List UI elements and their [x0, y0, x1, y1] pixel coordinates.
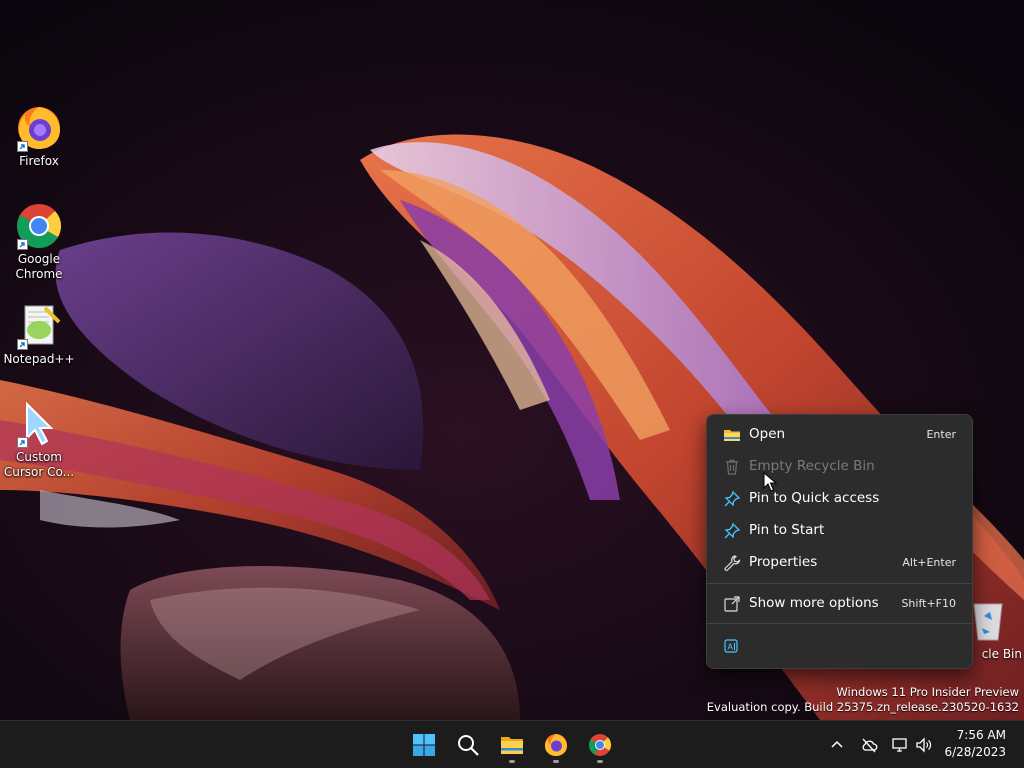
- menu-item-empty-recycle-bin[interactable]: Empty Recycle Bin: [711, 452, 968, 482]
- recycle-bin-icon: [973, 603, 1003, 641]
- desktop-icon-label: Firefox: [19, 154, 59, 168]
- search-button[interactable]: [448, 725, 488, 765]
- chrome-icon: [589, 734, 611, 756]
- taskbar: 7:56 AM 6/28/2023: [0, 720, 1024, 768]
- desktop-icon-label: Custom Cursor Co...: [3, 450, 75, 479]
- share-icon: [723, 595, 741, 613]
- menu-item-open[interactable]: Open Enter: [711, 420, 968, 450]
- mouse-cursor-icon: [763, 472, 777, 492]
- desktop-icon-notepadpp[interactable]: Notepad++: [1, 302, 77, 367]
- file-explorer-button[interactable]: [492, 725, 532, 765]
- start-button[interactable]: [404, 725, 444, 765]
- watermark-line-1: Windows 11 Pro Insider Preview: [836, 685, 1019, 699]
- search-icon: [458, 735, 479, 756]
- menu-separator: [707, 583, 972, 584]
- pin-icon: [723, 490, 741, 508]
- chrome-taskbar-button[interactable]: [580, 725, 620, 765]
- menu-item-ai-rename[interactable]: A: [711, 631, 745, 661]
- evaluation-watermark: Windows 11 Pro Insider Preview Evaluatio…: [707, 685, 1019, 715]
- context-menu: Open Enter Empty Recycle Bin Pin to Quic…: [706, 414, 973, 669]
- start-icon: [413, 734, 435, 756]
- menu-item-pin-start[interactable]: Pin to Start: [711, 516, 968, 546]
- menu-item-shortcut: Shift+F10: [901, 597, 956, 610]
- svg-text:A: A: [728, 643, 734, 652]
- volume-icon[interactable]: [915, 736, 933, 754]
- desktop-icon-chrome[interactable]: Google Chrome: [1, 202, 77, 282]
- menu-item-label: Pin to Quick access: [749, 490, 880, 506]
- ai-rename-icon: A: [723, 637, 741, 655]
- trash-icon: [723, 458, 741, 476]
- desktop-icon-label: Notepad++: [3, 352, 75, 366]
- clock-time: 7:56 AM: [956, 728, 1006, 742]
- system-clock[interactable]: 7:56 AM 6/28/2023: [944, 727, 1006, 761]
- menu-item-label: Pin to Start: [749, 522, 825, 538]
- notepadpp-icon: [15, 302, 63, 350]
- pin-icon: [723, 522, 741, 540]
- desktop[interactable]: Firefox Google Chrome Notepad++ Custom C…: [0, 0, 1024, 720]
- desktop-icon-custom-cursor[interactable]: Custom Cursor Co...: [1, 400, 77, 480]
- menu-item-shortcut: Alt+Enter: [902, 556, 956, 569]
- custom-cursor-icon: [15, 400, 63, 448]
- running-indicator: [553, 760, 559, 763]
- firefox-icon: [15, 104, 63, 152]
- menu-item-show-more-options[interactable]: Show more options Shift+F10: [711, 589, 968, 619]
- folder-icon: [723, 426, 741, 444]
- firefox-icon: [545, 734, 567, 756]
- desktop-icon-firefox[interactable]: Firefox: [1, 104, 77, 169]
- menu-item-pin-quick-access[interactable]: Pin to Quick access: [711, 484, 968, 514]
- running-indicator: [597, 760, 603, 763]
- menu-item-shortcut: Enter: [926, 428, 956, 441]
- desktop-icon-label: Google Chrome: [15, 252, 63, 281]
- chrome-icon: [15, 202, 63, 250]
- watermark-line-2: Evaluation copy. Build 25375.zn_release.…: [706, 700, 1019, 714]
- shortcut-arrow-icon: [17, 141, 28, 152]
- shortcut-arrow-icon: [17, 437, 28, 448]
- firefox-taskbar-button[interactable]: [536, 725, 576, 765]
- wrench-icon: [723, 554, 741, 572]
- clock-date: 6/28/2023: [944, 745, 1006, 759]
- menu-item-label: Open: [749, 426, 786, 442]
- menu-item-properties[interactable]: Properties Alt+Enter: [711, 548, 968, 578]
- cloud-offline-icon[interactable]: [860, 736, 878, 754]
- menu-item-label: Show more options: [749, 595, 879, 611]
- network-icon[interactable]: [891, 736, 909, 754]
- chevron-up-icon[interactable]: [828, 736, 846, 754]
- shortcut-arrow-icon: [17, 239, 28, 250]
- menu-item-label: Properties: [749, 554, 818, 570]
- shortcut-arrow-icon: [17, 339, 28, 350]
- running-indicator: [509, 760, 515, 763]
- file-explorer-icon: [501, 737, 523, 754]
- menu-separator: [707, 623, 972, 624]
